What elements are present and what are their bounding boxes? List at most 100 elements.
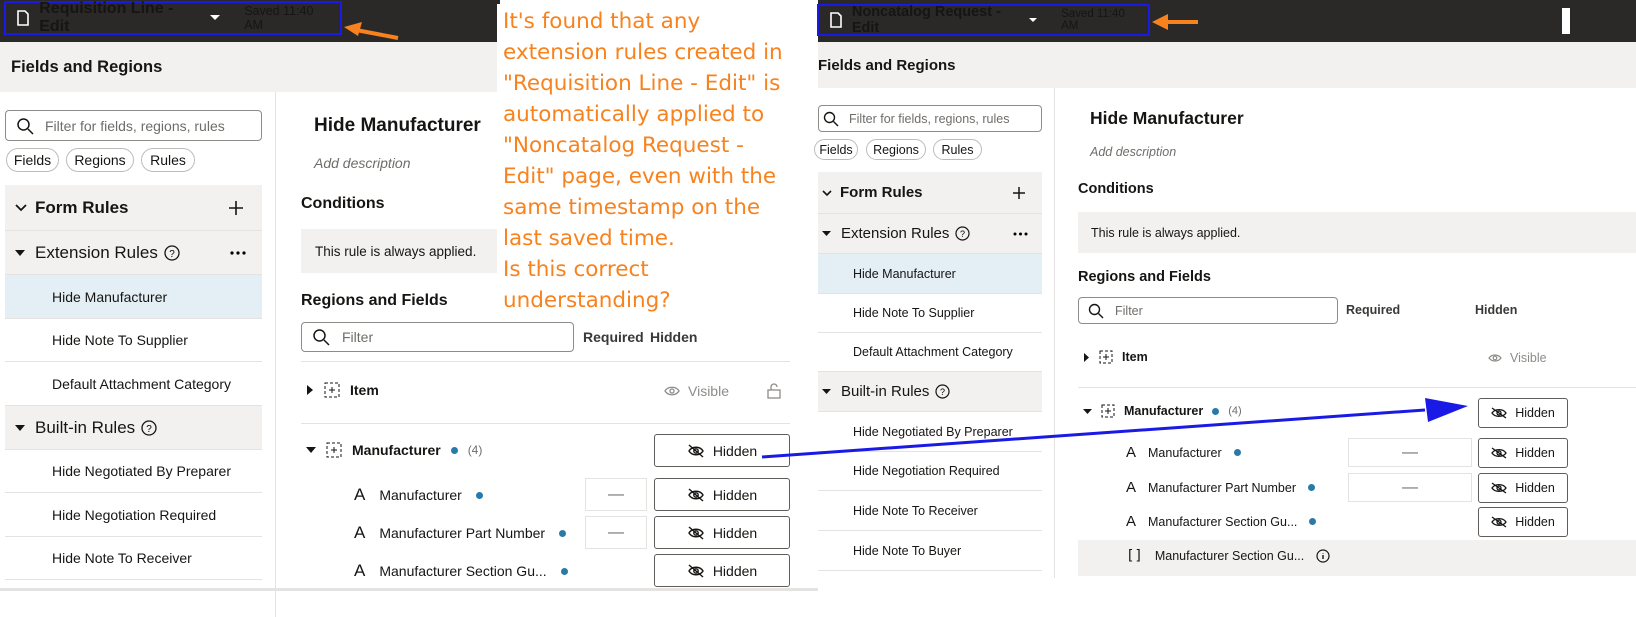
eye-off-icon	[687, 563, 704, 578]
saved-status: Saved 11:40 AM	[1061, 8, 1125, 32]
visible-label: Visible	[1510, 351, 1547, 365]
note-line: automatically applied to	[503, 102, 765, 127]
section-form-rules[interactable]: Form Rules	[5, 185, 262, 231]
more-icon[interactable]	[230, 250, 246, 255]
regions-fields-heading: Regions and Fields	[1078, 269, 1211, 285]
field-row-section-guide[interactable]: A Manufacturer Section Gu...	[354, 561, 568, 581]
help-icon[interactable]: ?	[164, 244, 180, 261]
rule-item-hide-note-to-receiver[interactable]: Hide Note To Receiver	[818, 491, 1042, 531]
hidden-toggle[interactable]: Hidden	[1478, 398, 1568, 428]
search-icon	[1088, 303, 1104, 318]
search-icon	[823, 111, 839, 126]
region-row-item[interactable]: Item	[306, 382, 379, 398]
rule-title[interactable]: Hide Manufacturer	[1090, 108, 1244, 129]
chevron-down-icon[interactable]	[1028, 17, 1037, 24]
add-description[interactable]: Add description	[1090, 145, 1176, 159]
col-required: Required	[583, 329, 644, 345]
search-input[interactable]: Filter for fields, regions, rules	[5, 110, 262, 141]
rule-item-hide-note-to-supplier[interactable]: Hide Note To Supplier	[5, 319, 262, 362]
field-row-section-guide-2[interactable]: [] Manufacturer Section Gu...	[1126, 548, 1330, 564]
caret-right-icon[interactable]	[306, 385, 314, 395]
chevron-down-icon	[822, 189, 832, 196]
rule-item-hide-note-to-supplier[interactable]: Hide Note To Supplier	[818, 294, 1042, 333]
text-field-icon: A	[1126, 479, 1137, 496]
manufacturer-region-label: Manufacturer	[352, 442, 441, 458]
hidden-toggle[interactable]: Hidden	[654, 554, 790, 587]
field-label: Manufacturer	[379, 487, 462, 503]
add-description[interactable]: Add description	[314, 155, 411, 171]
section-extension-rules[interactable]: Extension Rules ?	[5, 231, 262, 275]
section-builtin-rules[interactable]: Built-in Rules ?	[818, 372, 1042, 412]
chip-rules[interactable]: Rules	[141, 148, 195, 172]
rule-item-hide-negotiated[interactable]: Hide Negotiated By Preparer	[818, 412, 1042, 452]
lock-icon[interactable]	[767, 383, 781, 399]
hidden-toggle[interactable]: Hidden	[1478, 473, 1568, 503]
hidden-toggle[interactable]: Hidden	[654, 516, 790, 549]
rule-item-hide-negotiated[interactable]: Hide Negotiated By Preparer	[5, 450, 262, 493]
required-dash[interactable]: —	[585, 478, 647, 511]
rule-item-hide-note-to-buyer[interactable]: Hide Note To Buyer	[818, 531, 1042, 571]
rule-title[interactable]: Hide Manufacturer	[314, 115, 481, 137]
rule-item-hide-manufacturer[interactable]: Hide Manufacturer	[818, 254, 1042, 294]
eye-off-icon	[1491, 516, 1507, 528]
rule-item-hide-negotiation-required[interactable]: Hide Negotiation Required	[5, 493, 262, 537]
help-icon[interactable]: ?	[141, 419, 157, 436]
field-row-part-number[interactable]: A Manufacturer Part Number	[354, 523, 567, 543]
eye-off-icon	[1491, 447, 1507, 459]
chip-rules[interactable]: Rules	[933, 139, 982, 160]
chip-fields[interactable]: Fields	[6, 148, 59, 172]
search-input[interactable]: Filter for fields, regions, rules	[818, 105, 1042, 132]
field-row-part-number[interactable]: A Manufacturer Part Number	[1126, 479, 1315, 496]
field-row-section-guide[interactable]: A Manufacturer Section Gu...	[1126, 513, 1317, 530]
chip-regions[interactable]: Regions	[866, 139, 926, 160]
required-dash[interactable]: —	[585, 516, 647, 549]
text-field-icon: A	[354, 561, 366, 580]
rule-item-hide-manufacturer[interactable]: Hide Manufacturer	[5, 275, 262, 319]
rule-item-default-attachment[interactable]: Default Attachment Category	[5, 362, 262, 406]
required-dash[interactable]: —	[1348, 473, 1472, 502]
filter-input[interactable]: Filter	[1078, 297, 1338, 324]
section-extension-rules[interactable]: Extension Rules ?	[818, 214, 1042, 254]
region-row-manufacturer[interactable]: Manufacturer (4)	[1083, 404, 1242, 418]
visible-state[interactable]: Visible	[1488, 351, 1547, 365]
add-icon[interactable]	[1012, 186, 1026, 200]
chip-fields[interactable]: Fields	[814, 139, 858, 160]
chip-regions[interactable]: Regions	[66, 148, 134, 172]
region-row-manufacturer[interactable]: Manufacturer (4)	[306, 442, 482, 458]
chevron-down-icon[interactable]	[209, 14, 220, 22]
region-row-item[interactable]: Item	[1083, 350, 1148, 364]
hidden-toggle[interactable]: Hidden	[654, 478, 790, 511]
field-row-manufacturer[interactable]: A Manufacturer	[354, 485, 483, 505]
visible-state[interactable]: Visible	[664, 383, 729, 399]
text-field-icon: A	[1126, 513, 1137, 530]
caret-down-icon[interactable]	[1083, 408, 1092, 415]
filter-input[interactable]: Filter	[301, 322, 574, 352]
count-badge: (4)	[467, 443, 483, 457]
hidden-toggle[interactable]: Hidden	[654, 434, 790, 467]
caret-down-icon[interactable]	[306, 446, 316, 454]
caret-right-icon[interactable]	[1083, 352, 1090, 362]
help-icon[interactable]: ?	[935, 384, 950, 399]
svg-text:?: ?	[940, 387, 945, 397]
rule-item-hide-note-to-receiver[interactable]: Hide Note To Receiver	[5, 537, 262, 580]
field-label: Manufacturer Section Gu...	[1154, 549, 1305, 563]
field-row-manufacturer[interactable]: A Manufacturer	[1126, 444, 1241, 461]
hidden-toggle[interactable]: Hidden	[1478, 438, 1568, 468]
more-icon[interactable]	[1013, 232, 1028, 236]
section-builtin-rules[interactable]: Built-in Rules ?	[5, 406, 262, 450]
hidden-toggle[interactable]: Hidden	[1478, 507, 1568, 537]
always-applied-text: This rule is always applied.	[1078, 212, 1636, 253]
panel-title: Fields and Regions	[0, 42, 498, 92]
help-icon[interactable]: ?	[955, 226, 971, 241]
svg-text:?: ?	[169, 249, 175, 260]
required-dash[interactable]: —	[1348, 438, 1472, 467]
status-dot	[450, 446, 458, 454]
section-form-rules[interactable]: Form Rules	[818, 172, 1042, 214]
rule-item-default-attachment[interactable]: Default Attachment Category	[818, 333, 1042, 372]
divider	[301, 423, 790, 424]
note-line: understanding?	[503, 288, 671, 313]
builtin-rules-label: Built-in Rules	[35, 417, 136, 437]
info-icon[interactable]	[1316, 549, 1330, 563]
add-icon[interactable]	[228, 200, 244, 216]
rule-item-hide-negotiation-required[interactable]: Hide Negotiation Required	[818, 452, 1042, 491]
